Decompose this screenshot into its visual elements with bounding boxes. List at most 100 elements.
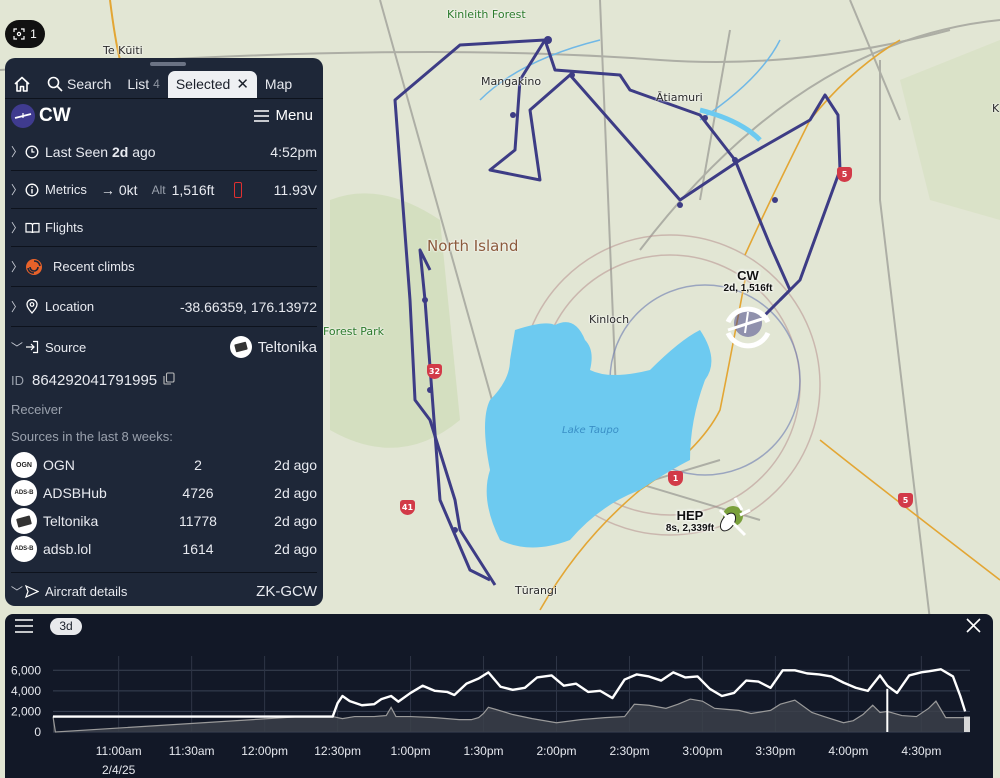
- map-label-north-island: North Island: [427, 237, 519, 255]
- alt-value: 1,516ft: [171, 181, 215, 198]
- source-name: ADSBHub: [43, 485, 107, 501]
- aircraft-detail: 8s, 2,339ft: [665, 523, 715, 534]
- x-tick-label: 1:30pm: [464, 744, 504, 758]
- source-list-item: ADS-B adsb.lol 1614 2d ago: [11, 535, 317, 563]
- aircraft-label-hep[interactable]: HEP 8s, 2,339ft: [655, 508, 725, 534]
- search-icon: [47, 76, 63, 92]
- source-name: OGN: [43, 457, 75, 473]
- x-tick-label: 2:30pm: [609, 744, 649, 758]
- ogn-logo-icon: OGN: [11, 452, 37, 478]
- chevron-right-icon: 〉: [11, 221, 24, 235]
- flights-label: Flights: [45, 220, 84, 235]
- metrics-row[interactable]: 〉 Metrics → 0kt Alt 1,516ft 11.93V: [11, 171, 317, 209]
- source-list-item: Teltonika 11778 2d ago: [11, 507, 317, 535]
- last-seen-row[interactable]: 〉 Last Seen 2d ago 4:52pm: [11, 133, 317, 171]
- source-name: Teltonika: [43, 513, 99, 529]
- x-tick-label: 11:00am: [96, 744, 142, 758]
- x-tick-label: 11:30am: [169, 744, 215, 758]
- tab-map[interactable]: Map: [257, 71, 300, 98]
- chevron-right-icon: 〉: [11, 183, 24, 197]
- x-date-label: 2/4/25: [102, 763, 136, 777]
- aircraft-registration: ZK-GCW: [256, 582, 317, 600]
- source-time: 2d ago: [274, 513, 317, 529]
- y-tick-label: 2,000: [11, 704, 41, 718]
- x-tick-label: 4:00pm: [828, 744, 868, 758]
- x-tick-label: 12:30pm: [314, 744, 361, 758]
- copy-icon[interactable]: [163, 372, 175, 388]
- source-time: 2d ago: [274, 485, 317, 501]
- tab-selected[interactable]: Selected ✕: [167, 70, 257, 98]
- map-label-te-kuiti: Te Kūiti: [103, 44, 143, 57]
- tab-label: Map: [264, 76, 293, 92]
- location-pin-icon: [23, 299, 41, 314]
- focus-count: 1: [30, 27, 37, 41]
- tab-label: Selected: [175, 76, 231, 92]
- receiver-label: Receiver: [11, 401, 63, 417]
- tab-search[interactable]: Search: [39, 71, 119, 98]
- source-row[interactable]: 〉 Source Teltonika: [9, 327, 317, 367]
- location-coordinates[interactable]: -38.66359, 176.13972: [180, 299, 317, 315]
- source-label: Source: [45, 339, 87, 355]
- menu-button[interactable]: Menu: [254, 107, 313, 124]
- map-label-lake-taupo: Lake Taupo: [562, 425, 619, 436]
- panel-drag-handle[interactable]: [150, 62, 186, 66]
- tab-list[interactable]: List 4: [119, 71, 167, 98]
- x-tick-label: 12:00pm: [241, 744, 288, 758]
- highway-shield: 32: [427, 364, 442, 379]
- location-label: Location: [45, 299, 95, 314]
- location-row[interactable]: 〉 Location -38.66359, 176.13972: [11, 287, 317, 327]
- source-value: Teltonika: [257, 338, 317, 356]
- aircraft-details-row[interactable]: 〉 Aircraft details ZK-GCW: [10, 576, 318, 606]
- x-tick-label: 1:00pm: [391, 744, 431, 758]
- last-seen-time: 4:52pm: [270, 143, 317, 160]
- forest-area: [330, 193, 460, 448]
- adsb-logo-icon: ADS-B: [11, 536, 37, 562]
- recent-climbs-row[interactable]: 〉 Recent climbs: [11, 247, 317, 287]
- chevron-right-icon: 〉: [11, 300, 24, 314]
- list-count-badge: 4: [153, 77, 160, 91]
- source-list-item: ADS-B ADSBHub 4726 2d ago: [11, 479, 317, 507]
- tab-label: List: [127, 76, 150, 92]
- thermal-swirl-icon: [23, 258, 45, 276]
- source-count: 2: [194, 457, 202, 473]
- chevron-down-icon: 〉: [9, 341, 24, 354]
- x-tick-label: 3:30pm: [755, 744, 795, 758]
- aircraft-detail: 2d, 1,516ft: [723, 283, 773, 294]
- voltage-value: 11.93V: [273, 181, 317, 198]
- tab-home[interactable]: [5, 71, 39, 98]
- panel-tabs: Search List 4 Selected ✕ Map: [5, 70, 323, 98]
- y-tick-label: 6,000: [11, 663, 41, 677]
- source-time: 2d ago: [274, 541, 317, 557]
- map-label-kinleith-forest: Kinleith Forest: [447, 8, 526, 21]
- altitude-chart-panel: 3d 0 2,000 4,000 6,000 11:00am 11:30am 12:00pm…: [5, 614, 993, 778]
- last-seen-prefix: Last Seen: [45, 143, 109, 160]
- adsb-logo-icon: ADS-B: [11, 480, 37, 506]
- recent-climbs-label: Recent climbs: [53, 259, 135, 274]
- home-icon: [14, 76, 30, 92]
- source-count: 1614: [182, 541, 214, 557]
- altitude-chart[interactable]: 0 2,000 4,000 6,000 11:00am 11:30am 12:00pm 12:…: [5, 614, 993, 778]
- last-seen-value: 2d: [111, 143, 129, 160]
- arrow-right-icon: →: [100, 181, 115, 198]
- map-label-mangakino: Mangakino: [481, 75, 542, 88]
- source-value-group: Teltonika: [229, 336, 317, 358]
- source-time: 2d ago: [274, 457, 317, 473]
- x-tick-label: 3:00pm: [682, 744, 722, 758]
- aircraft-callsign: CW: [39, 104, 71, 126]
- aircraft-label-cw[interactable]: CW 2d, 1,516ft: [718, 268, 778, 294]
- source-list-item: OGN OGN 2 2d ago: [11, 451, 317, 479]
- highway-shield: 5: [837, 167, 852, 182]
- teltonika-device-icon: [229, 336, 252, 358]
- focus-count-button[interactable]: 1: [5, 20, 45, 48]
- close-tab-icon[interactable]: ✕: [236, 75, 249, 93]
- y-tick-label: 4,000: [11, 684, 41, 698]
- aircraft-details-label: Aircraft details: [45, 583, 128, 599]
- x-tick-label: 4:30pm: [901, 744, 941, 758]
- id-label: ID: [11, 372, 24, 388]
- aircraft-name: CW: [737, 268, 759, 283]
- map-label-atiamuri: Ātiamuri: [656, 91, 703, 104]
- chevron-right-icon: 〉: [11, 145, 24, 159]
- flights-row[interactable]: 〉 Flights: [11, 209, 317, 247]
- map-label-kinloch: Kinloch: [589, 313, 630, 326]
- source-count: 4726: [182, 485, 214, 501]
